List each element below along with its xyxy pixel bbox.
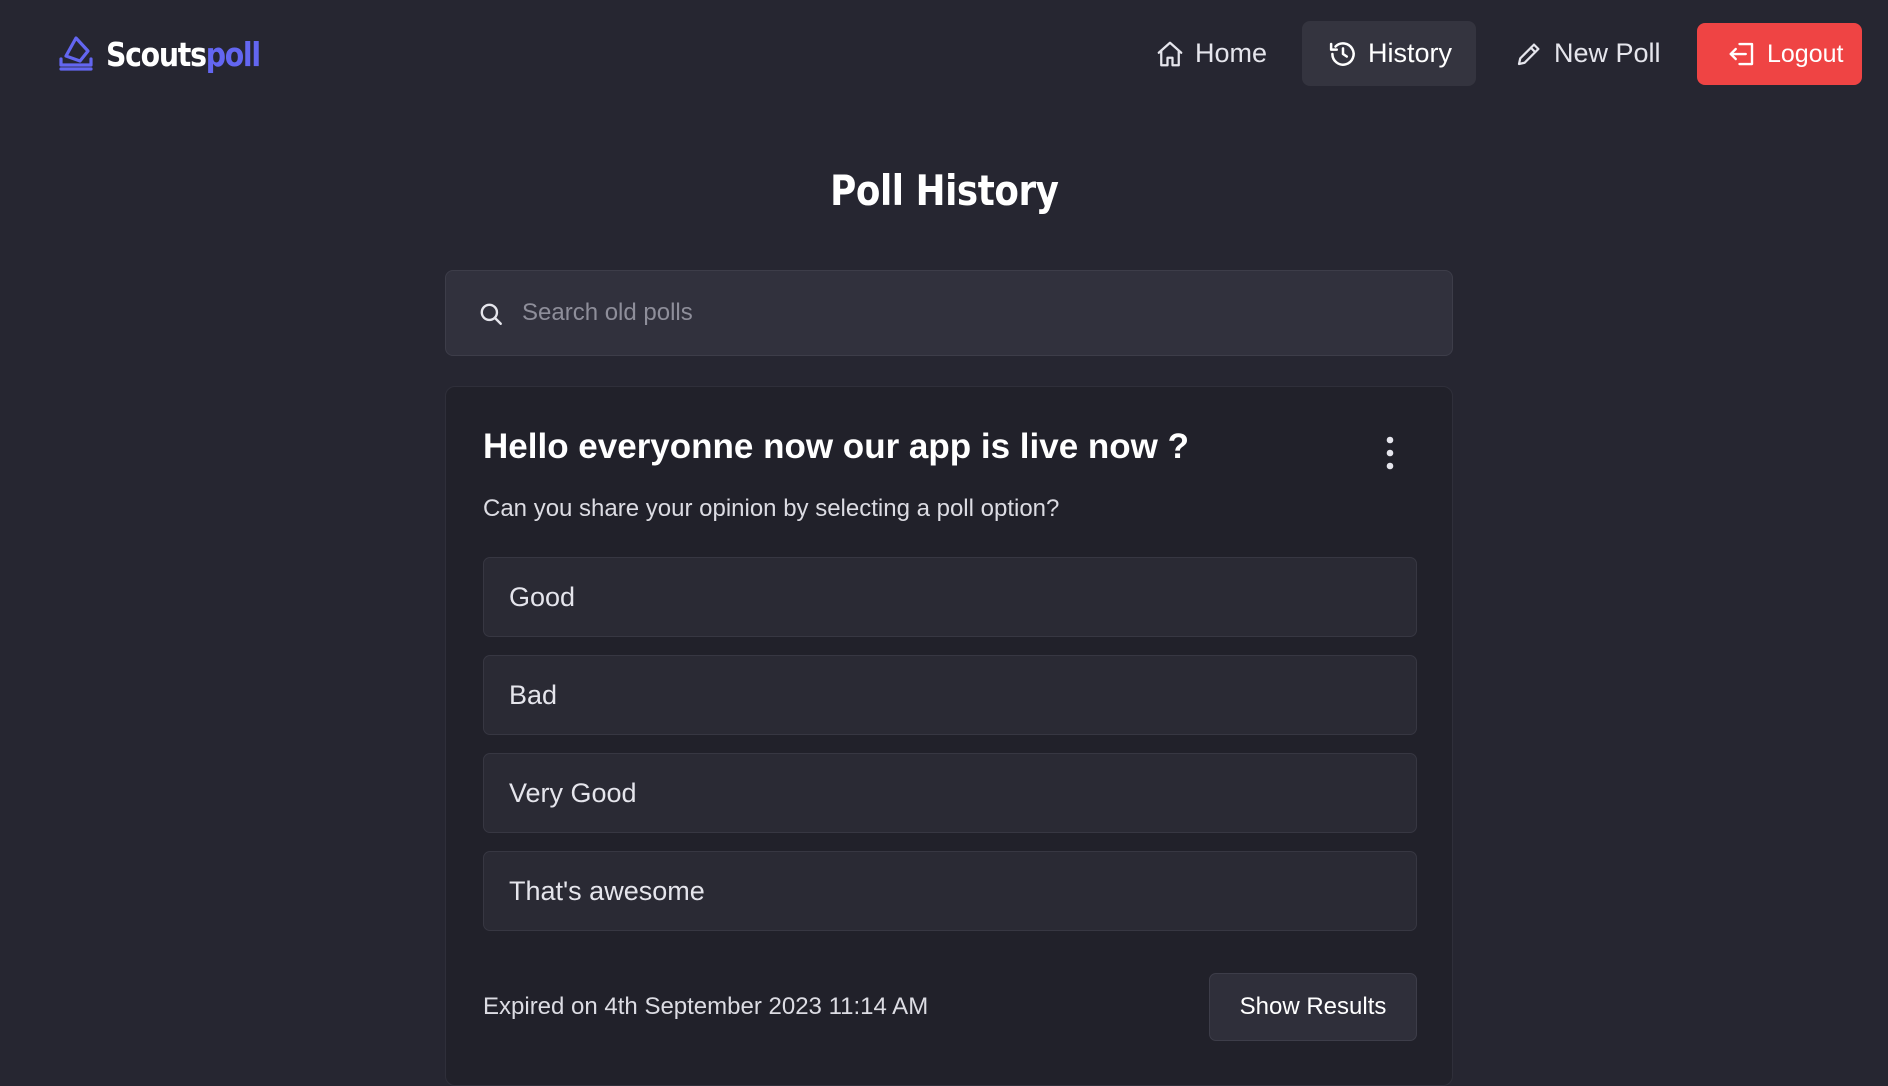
poll-card: Hello everyonne now our app is live now … bbox=[445, 386, 1453, 1086]
nav-history-label: History bbox=[1368, 38, 1453, 68]
poll-option[interactable]: Very Good bbox=[483, 753, 1417, 833]
logout-label: Logout bbox=[1767, 39, 1844, 68]
search-input[interactable] bbox=[522, 271, 1422, 355]
search-box bbox=[445, 270, 1453, 356]
history-icon bbox=[1329, 41, 1355, 66]
poll-option[interactable]: Bad bbox=[483, 655, 1417, 735]
logout-icon bbox=[1729, 42, 1754, 66]
logout-button[interactable]: Logout bbox=[1697, 23, 1862, 85]
page-title-text: Poll History bbox=[829, 166, 1059, 215]
nav-new-poll[interactable]: New Poll bbox=[1514, 21, 1664, 86]
poll-option-label: Bad bbox=[509, 679, 558, 710]
nav-history[interactable]: History bbox=[1302, 21, 1476, 86]
poll-option[interactable]: That's awesome bbox=[483, 851, 1417, 931]
nav-home[interactable]: Home bbox=[1155, 21, 1271, 86]
brand-name: Scoutspoll bbox=[106, 34, 261, 74]
home-icon bbox=[1157, 41, 1183, 66]
brand-name-part1: Scouts bbox=[106, 34, 207, 74]
page-title: Poll History bbox=[0, 166, 1888, 215]
poll-option-label: Good bbox=[509, 581, 576, 612]
nav-home-label: Home bbox=[1195, 38, 1268, 68]
navbar: Scoutspoll Home History New Poll Logout bbox=[0, 0, 1888, 108]
poll-description: Can you share your opinion by selecting … bbox=[483, 495, 1060, 522]
more-options-icon[interactable] bbox=[1380, 435, 1400, 471]
poll-expiry-text: Expired on 4th September 2023 11:14 AM bbox=[483, 993, 929, 1020]
nav-new-poll-label: New Poll bbox=[1554, 38, 1661, 68]
brand-name-part2: poll bbox=[205, 34, 261, 74]
pencil-icon bbox=[1517, 43, 1540, 65]
search-icon bbox=[480, 303, 502, 325]
brand-logo[interactable]: Scoutspoll bbox=[58, 32, 285, 76]
poll-option[interactable]: Good bbox=[483, 557, 1417, 637]
show-results-button[interactable]: Show Results bbox=[1209, 973, 1417, 1041]
poll-title: Hello everyonne now our app is live now … bbox=[483, 427, 1189, 466]
poll-option-label: That's awesome bbox=[509, 875, 705, 906]
poll-option-label: Very Good bbox=[509, 777, 637, 808]
ballot-box-icon bbox=[59, 36, 93, 71]
